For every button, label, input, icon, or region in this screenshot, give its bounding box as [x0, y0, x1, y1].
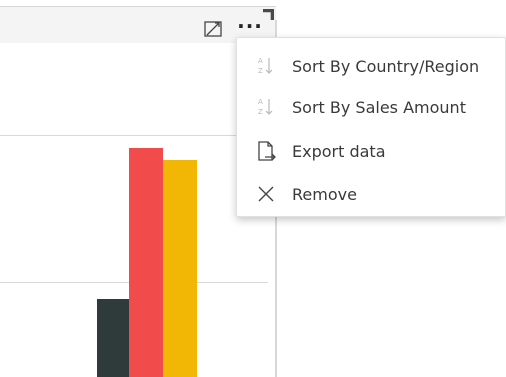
more-options-icon[interactable]: ···: [235, 16, 265, 36]
focus-mode-icon[interactable]: [203, 19, 223, 39]
menu-item-sort-country-region[interactable]: A Z Sort By Country/Region: [237, 44, 505, 88]
svg-text:A: A: [258, 98, 263, 106]
menu-item-sort-sales-amount[interactable]: A Z Sort By Sales Amount: [237, 85, 505, 129]
sort-icon: A Z: [255, 55, 277, 77]
svg-text:A: A: [258, 57, 263, 65]
visual-options-menu: A Z Sort By Country/Region A Z Sort By S…: [236, 37, 506, 217]
export-data-icon: [255, 140, 277, 162]
chart-bar[interactable]: [97, 299, 129, 377]
menu-item-label: Remove: [292, 184, 357, 204]
menu-item-export-data[interactable]: Export data: [237, 129, 505, 173]
chart-bar[interactable]: [129, 148, 163, 377]
gridline: [0, 135, 268, 136]
close-icon: [255, 183, 277, 205]
report-canvas: ··· A Z Sort By Country/Region A Z Sort …: [0, 0, 506, 377]
menu-item-label: Sort By Country/Region: [292, 56, 480, 76]
menu-item-label: Sort By Sales Amount: [292, 97, 466, 117]
svg-text:Z: Z: [258, 67, 263, 75]
chart-bar[interactable]: [163, 160, 197, 377]
svg-text:Z: Z: [258, 108, 263, 116]
menu-item-remove[interactable]: Remove: [237, 172, 505, 216]
menu-item-label: Export data: [292, 141, 386, 161]
sort-icon: A Z: [255, 96, 277, 118]
